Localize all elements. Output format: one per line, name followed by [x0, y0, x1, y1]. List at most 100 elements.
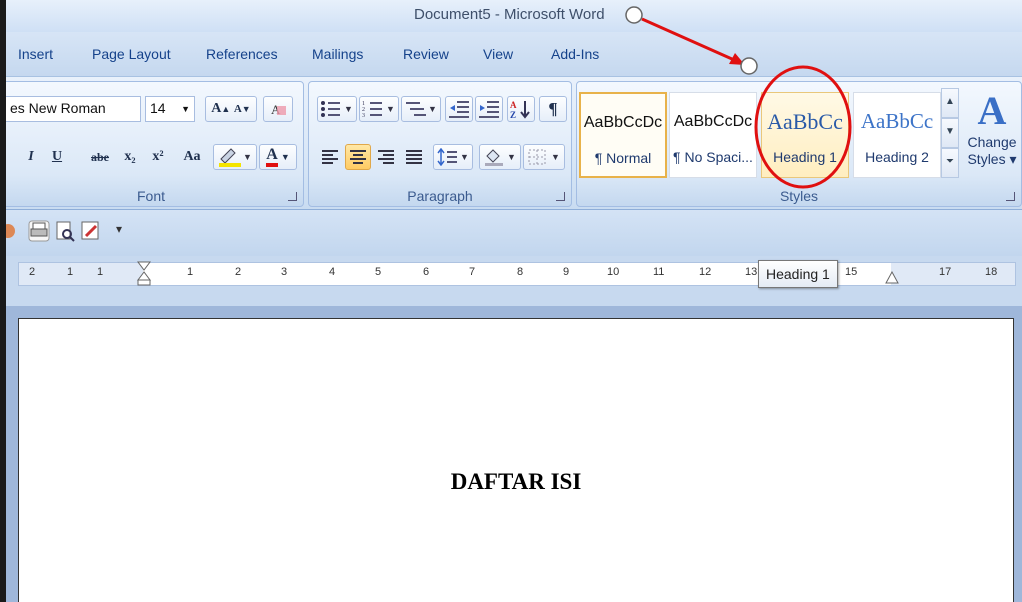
styles-scroll-down-button[interactable]: ▼ — [941, 118, 959, 148]
style-heading-2[interactable]: AaBbCc Heading 2 — [853, 92, 941, 178]
style-no-spacing[interactable]: AaBbCcDc ¶ No Spaci... — [669, 92, 757, 178]
ruler-number: 11 — [653, 266, 665, 278]
bullets-button[interactable]: ▼ — [317, 96, 357, 122]
borders-icon: ▼ — [528, 149, 560, 165]
svg-text:▼: ▼ — [386, 104, 395, 114]
draw-table-icon[interactable] — [80, 220, 102, 242]
style-heading-1[interactable]: AaBbCc Heading 1 — [761, 92, 849, 178]
document-area: DAFTAR ISI — [6, 306, 1022, 602]
clear-formatting-icon: A — [271, 102, 286, 117]
style-sample: AaBbCcDc — [673, 113, 753, 130]
ruler-number: 1 — [67, 266, 74, 278]
ribbon: es New Roman 14 ▼ A ▲ A ▼ A I U abe x₂ x² … — [6, 76, 1022, 210]
horizontal-ruler[interactable]: 2 1 1 1 2 3 4 5 6 7 8 9 10 11 12 13 15 1… — [18, 261, 1016, 287]
tab-page-layout[interactable]: Page Layout — [92, 46, 171, 62]
styles-dialog-launcher[interactable] — [1006, 192, 1015, 201]
svg-text:▼: ▼ — [344, 104, 353, 114]
svg-text:▼: ▼ — [507, 152, 516, 162]
ruler-number: 6 — [423, 266, 430, 278]
line-spacing-icon: ▼ — [437, 148, 469, 166]
ruler-number: 1 — [97, 266, 104, 278]
ruler-number: 3 — [281, 266, 288, 278]
print-preview-icon[interactable] — [54, 220, 76, 242]
highlight-color-button[interactable]: ▼ — [213, 144, 257, 170]
customize-qat-icon[interactable]: ▾ — [116, 222, 122, 236]
font-size-value: 14 — [150, 100, 166, 116]
superscript-button[interactable]: x² — [145, 144, 171, 170]
align-center-button[interactable] — [345, 144, 371, 170]
tab-view[interactable]: View — [483, 46, 513, 62]
justify-icon — [406, 150, 422, 164]
show-hide-formatting-button[interactable]: ¶ — [539, 96, 567, 122]
svg-text:▼: ▼ — [428, 104, 437, 114]
tab-review[interactable]: Review — [403, 46, 449, 62]
ruler-area: 2 1 1 1 2 3 4 5 6 7 8 9 10 11 12 13 15 1… — [6, 256, 1022, 306]
ruler-number: 7 — [469, 266, 476, 278]
style-normal[interactable]: AaBbCcDc ¶ Normal — [579, 92, 667, 178]
sort-button[interactable]: AZ — [507, 96, 535, 122]
svg-text:▼: ▼ — [460, 152, 469, 162]
font-size-combo[interactable]: 14 ▼ — [145, 96, 195, 122]
spelling-icon[interactable] — [6, 220, 22, 242]
window-title: Document5 - Microsoft Word — [414, 6, 605, 23]
multilevel-list-button[interactable]: ▼ — [401, 96, 441, 122]
svg-text:3: 3 — [362, 113, 365, 118]
font-dialog-launcher[interactable] — [288, 192, 297, 201]
change-case-button[interactable]: Aa — [175, 144, 209, 170]
align-center-icon — [350, 150, 366, 164]
align-right-button[interactable] — [373, 144, 399, 170]
svg-text:▼: ▼ — [551, 152, 560, 162]
document-page[interactable]: DAFTAR ISI — [18, 318, 1014, 602]
right-indent-marker-icon[interactable] — [885, 271, 899, 285]
change-styles-button[interactable]: A Change Styles ▾ — [963, 88, 1021, 188]
decrease-indent-icon — [449, 101, 469, 118]
align-left-icon — [322, 150, 338, 164]
tab-add-ins[interactable]: Add-Ins — [551, 46, 599, 62]
styles-scroll-up-button[interactable]: ▲ — [941, 88, 959, 118]
indent-marker-icon[interactable] — [137, 261, 151, 287]
line-spacing-button[interactable]: ▼ — [433, 144, 473, 170]
chevron-down-icon: ▼ — [280, 152, 290, 162]
grow-shrink-font-buttons[interactable]: A ▲ A ▼ — [205, 96, 257, 122]
tab-insert[interactable]: Insert — [18, 46, 53, 62]
ruler-number: 10 — [607, 266, 620, 278]
strikethrough-button[interactable]: abe — [85, 144, 115, 170]
paragraph-dialog-launcher[interactable] — [556, 192, 565, 201]
print-icon[interactable] — [28, 220, 50, 242]
styles-more-button[interactable]: ⏷ — [941, 148, 959, 178]
justify-button[interactable] — [401, 144, 427, 170]
ruler-number: 13 — [745, 266, 758, 278]
font-name-combo[interactable]: es New Roman — [6, 96, 141, 122]
align-right-icon — [378, 150, 394, 164]
style-sample: AaBbCc — [860, 109, 934, 133]
subscript-button[interactable]: x₂ — [117, 144, 143, 170]
decrease-indent-button[interactable] — [445, 96, 473, 122]
shading-button[interactable]: ▼ — [479, 144, 521, 170]
style-tooltip: Heading 1 — [758, 260, 838, 288]
tab-mailings[interactable]: Mailings — [312, 46, 363, 62]
borders-button[interactable]: ▼ — [523, 144, 565, 170]
align-left-button[interactable] — [317, 144, 343, 170]
style-name: Heading 2 — [865, 149, 929, 165]
ruler-left-margin — [19, 263, 143, 285]
increase-indent-button[interactable] — [475, 96, 503, 122]
change-styles-label-2: Styles ▾ — [967, 151, 1017, 167]
underline-button[interactable]: U — [45, 144, 69, 170]
paragraph-group-label: Paragraph — [407, 188, 473, 204]
multilevel-list-icon: ▼ — [406, 102, 437, 116]
tab-references[interactable]: References — [206, 46, 278, 62]
change-styles-label: Change — [967, 134, 1017, 150]
highlighter-icon: ▼ — [219, 148, 252, 167]
word-window: Document5 - Microsoft Word Insert Page L… — [6, 0, 1022, 602]
ruler-number: 15 — [845, 266, 858, 278]
ruler-number: 18 — [985, 266, 998, 278]
font-color-button[interactable]: A ▼ — [259, 144, 297, 170]
chevron-down-icon: ▼ — [181, 104, 190, 114]
document-heading: DAFTAR ISI — [450, 469, 582, 494]
italic-button[interactable]: I — [19, 144, 43, 170]
ruler-number: 17 — [939, 266, 952, 278]
ribbon-tabs: Insert Page Layout References Mailings R… — [6, 32, 1022, 76]
ruler-number: 9 — [563, 266, 570, 278]
numbering-button[interactable]: 1 2 3 ▼ — [359, 96, 399, 122]
clear-formatting-button[interactable]: A — [263, 96, 293, 122]
